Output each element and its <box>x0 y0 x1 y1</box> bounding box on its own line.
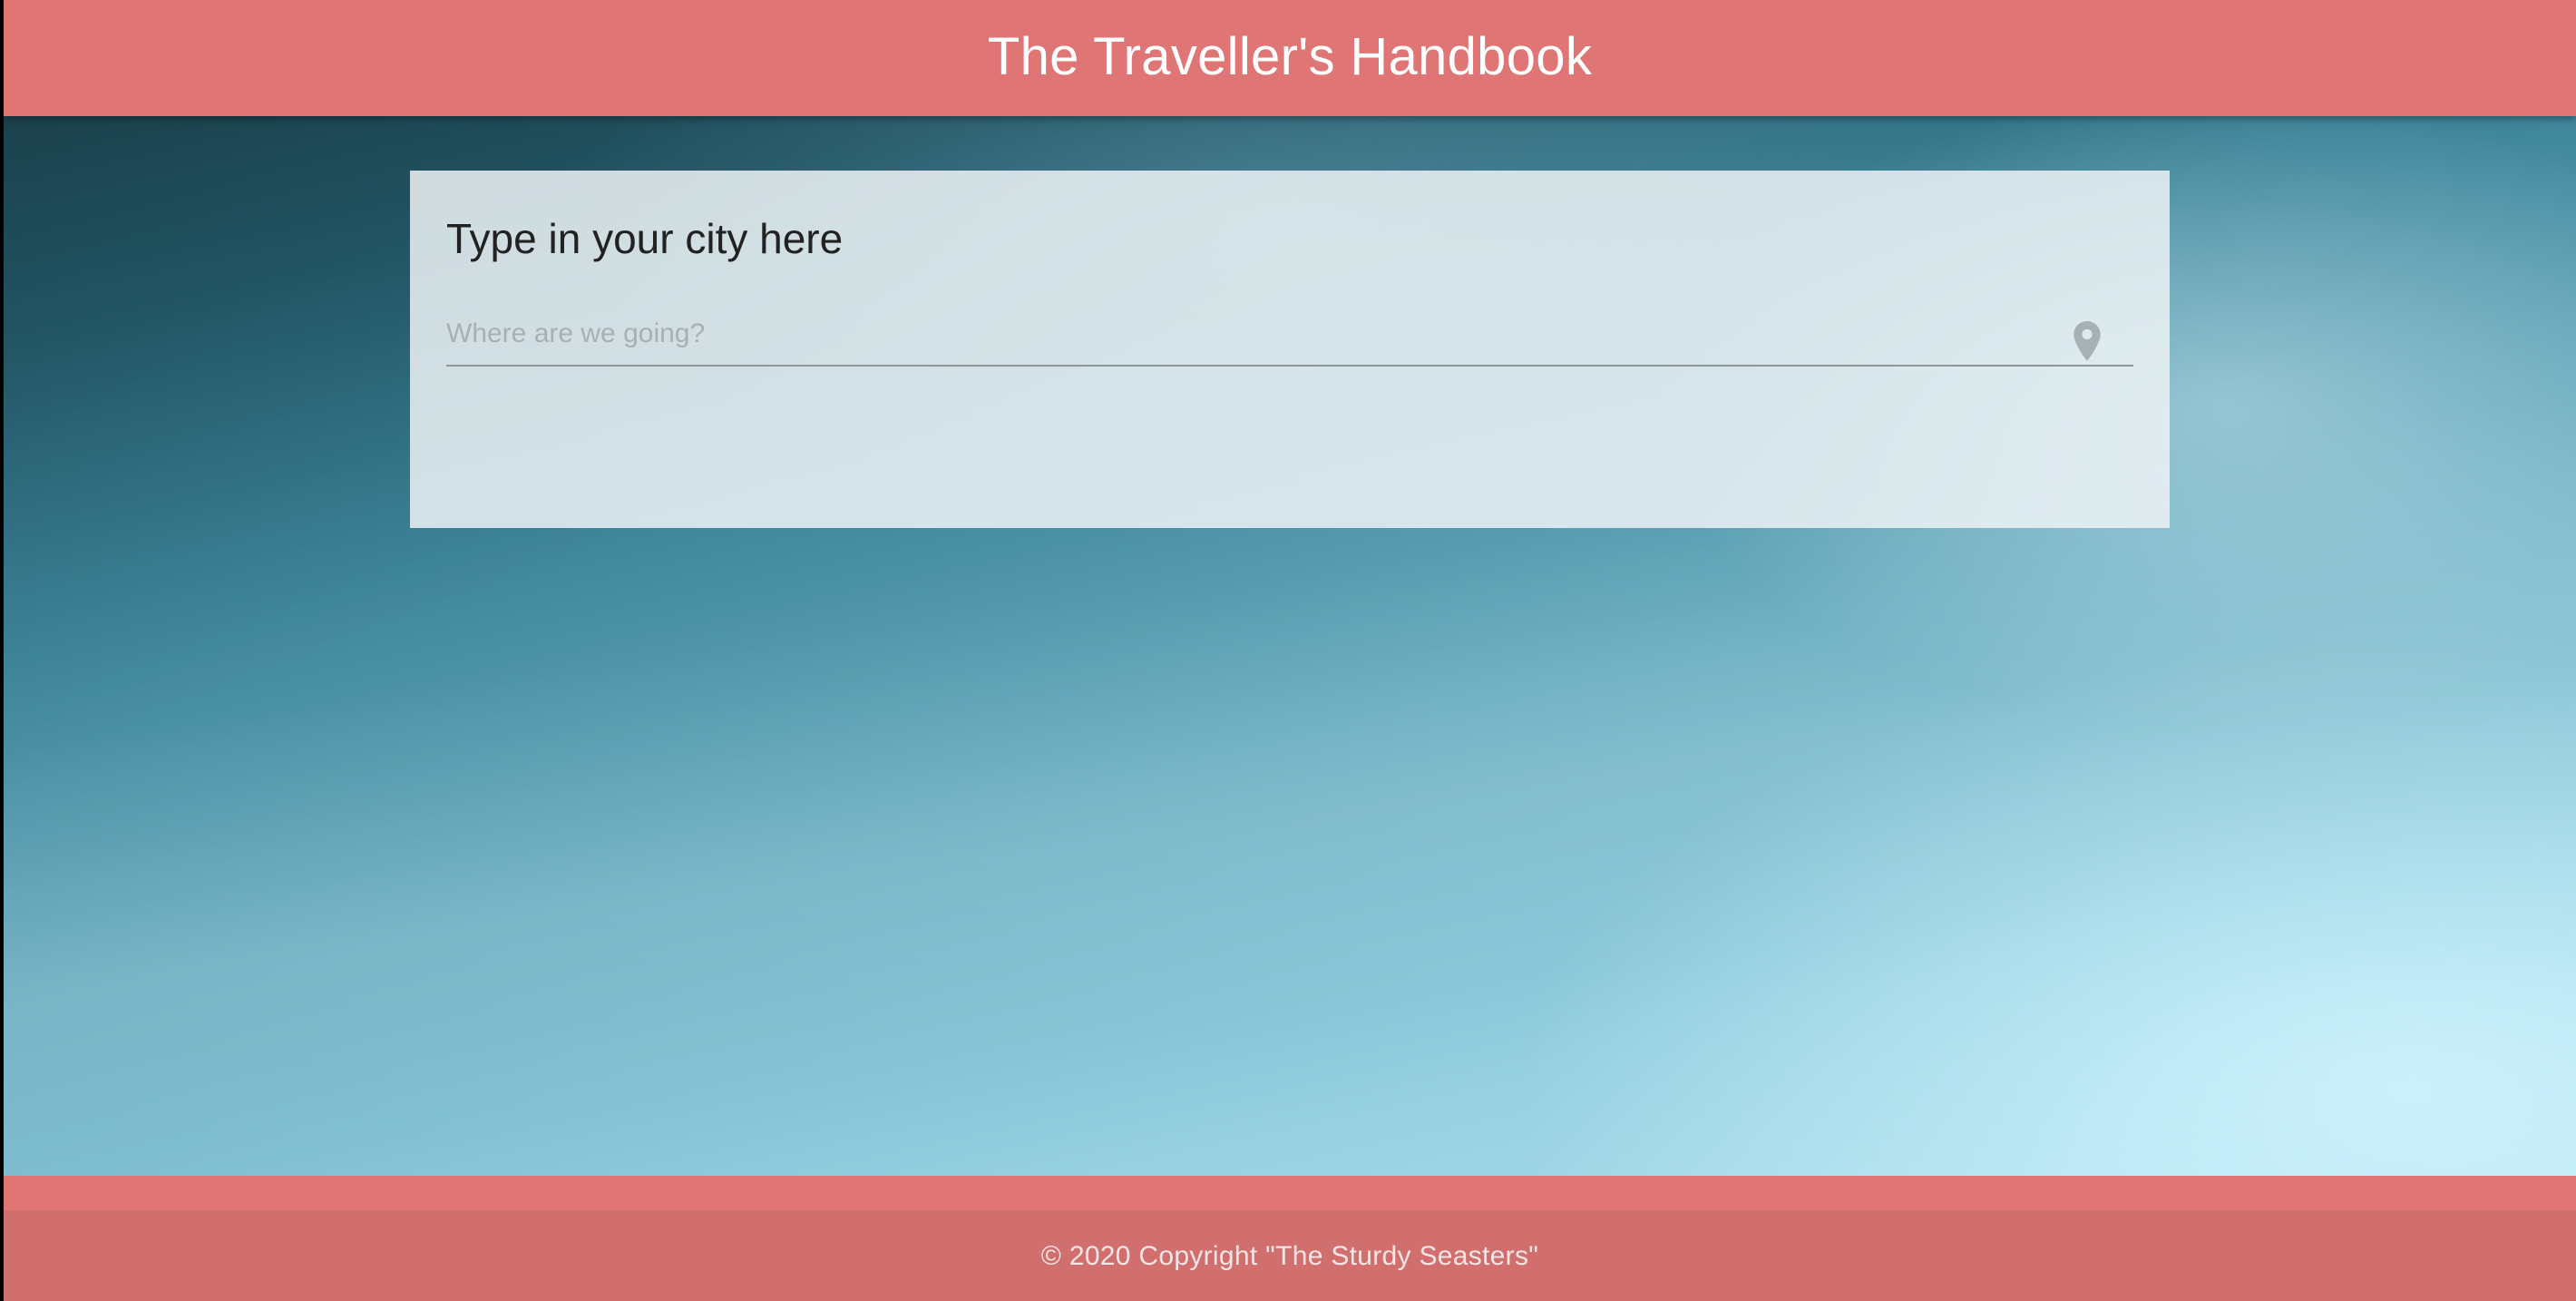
copyright-text: © 2020 Copyright "The Sturdy Seasters" <box>1040 1241 1539 1271</box>
site-title: The Traveller's Handbook <box>987 26 1593 86</box>
site-header: The Traveller's Handbook <box>4 0 2576 116</box>
page: The Traveller's Handbook Type in your ci… <box>4 0 2576 1301</box>
footer-accent-strip <box>4 1176 2576 1210</box>
city-input-row <box>446 308 2133 367</box>
location-pin-icon[interactable] <box>2073 321 2101 361</box>
search-heading: Type in your city here <box>446 215 844 262</box>
city-search-input[interactable] <box>446 308 2079 359</box>
search-card: Type in your city here <box>410 171 2170 528</box>
site-footer: © 2020 Copyright "The Sturdy Seasters" <box>4 1176 2576 1301</box>
